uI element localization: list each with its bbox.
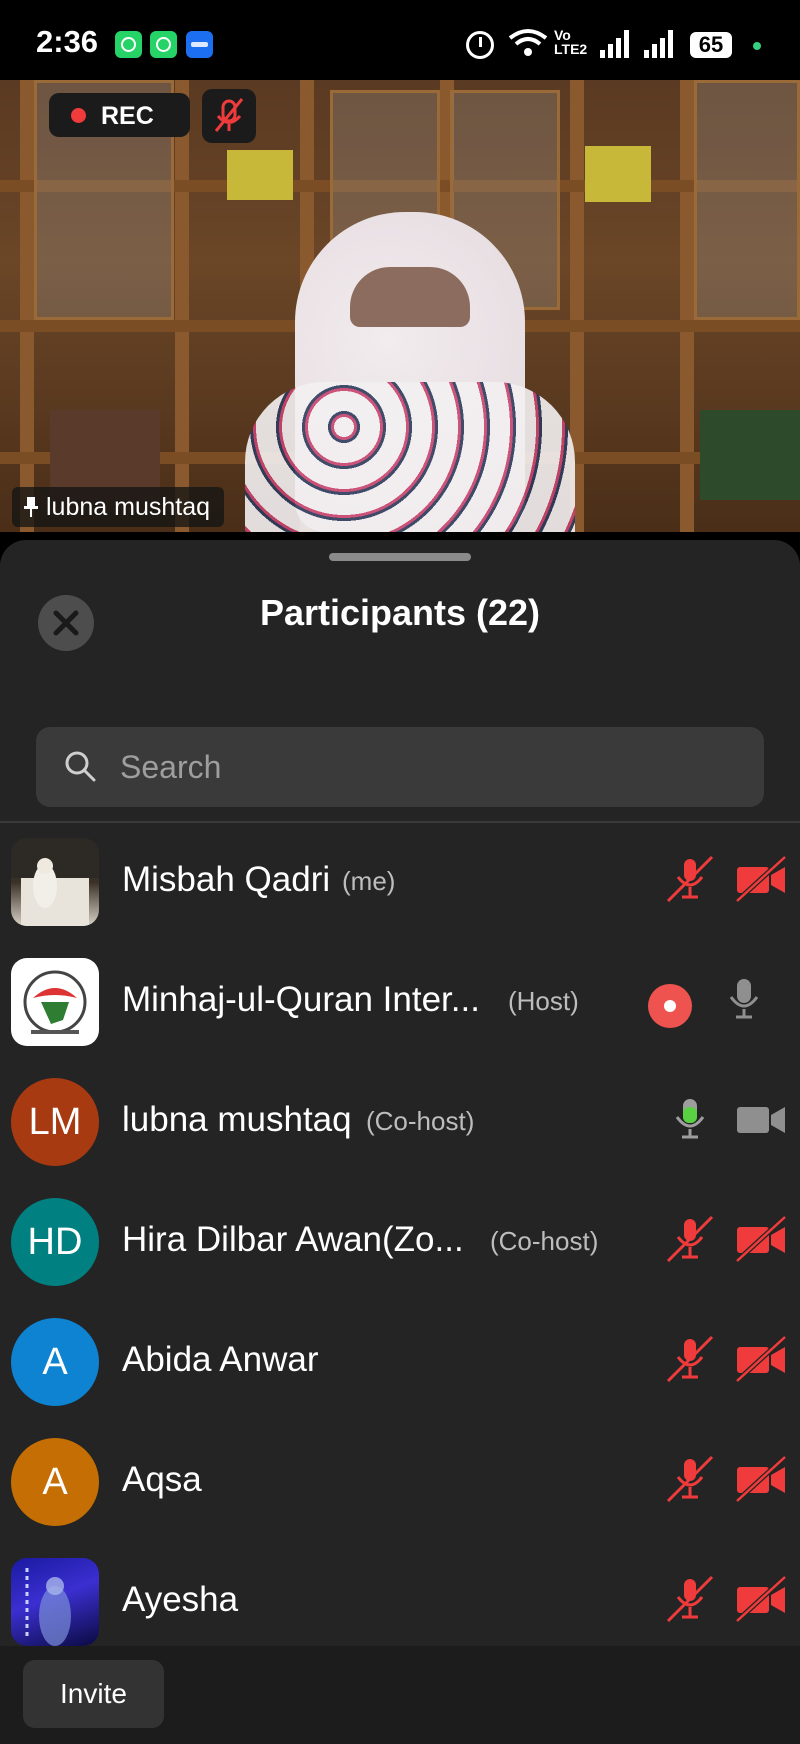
video-off-icon[interactable] [735, 1453, 787, 1505]
participant-name: Abida Anwar [122, 1340, 319, 1379]
participant-name: Misbah Qadri [122, 860, 331, 899]
video-off-icon[interactable] [735, 1213, 787, 1265]
participant-role: (Host) [508, 986, 579, 1016]
speaker-figure [245, 212, 575, 532]
participant-name: lubna mushtaq [122, 1100, 352, 1139]
mic-muted-icon[interactable] [664, 853, 716, 905]
participant-name: Minhaj-ul-Quran Inter... [122, 980, 480, 1019]
avatar [11, 958, 99, 1046]
search-input[interactable] [120, 737, 740, 797]
whatsapp-icon [115, 31, 142, 58]
invite-button[interactable]: Invite [23, 1660, 164, 1728]
bottom-bar: Invite [0, 1646, 800, 1744]
participant-row[interactable]: Ayesha [0, 1543, 800, 1663]
speaker-mic-muted-indicator [202, 89, 256, 143]
search-box[interactable] [36, 727, 764, 807]
video-off-icon[interactable] [735, 1573, 787, 1625]
participant-row[interactable]: Minhaj-ul-Quran Inter... (Host) [0, 943, 800, 1063]
pin-icon [24, 497, 38, 517]
participants-panel: Participants (22) Misbah Qadri (me) [0, 540, 800, 1744]
participant-row[interactable]: HD Hira Dilbar Awan(Zo... (Co-host) [0, 1183, 800, 1303]
participant-name: Ayesha [122, 1580, 239, 1619]
participant-row[interactable]: A Aqsa [0, 1423, 800, 1543]
mic-muted-icon [214, 98, 244, 132]
participant-name: Hira Dilbar Awan(Zo... [122, 1220, 464, 1259]
avatar [11, 838, 99, 926]
active-speaker-video[interactable] [0, 80, 800, 532]
mic-muted-icon[interactable] [664, 1453, 716, 1505]
mic-active-icon[interactable] [664, 1093, 716, 1145]
status-time: 2:36 [36, 24, 99, 59]
video-off-icon[interactable] [735, 1333, 787, 1385]
avatar: A [11, 1318, 99, 1406]
participant-role: (Co-host) [490, 1226, 599, 1256]
whatsapp-icon [150, 31, 177, 58]
zoom-icon [186, 31, 213, 58]
search-icon [65, 751, 96, 782]
status-bar: 2:36 Vo LTE2 65 [0, 0, 800, 80]
participant-row[interactable]: Misbah Qadri (me) [0, 823, 800, 943]
participant-role: (me) [342, 866, 396, 896]
rec-label: REC [101, 102, 154, 130]
video-on-icon[interactable] [735, 1093, 787, 1145]
volte-label: Vo LTE2 [554, 27, 588, 57]
mic-muted-icon[interactable] [664, 1573, 716, 1625]
wifi-icon [508, 29, 548, 56]
signal-icon [600, 30, 634, 58]
panel-title: Participants (22) [259, 592, 541, 633]
avatar: A [11, 1438, 99, 1526]
record-dot-icon [71, 108, 86, 123]
participant-name: Aqsa [122, 1460, 202, 1499]
organization-logo [23, 970, 87, 1034]
participant-row[interactable]: LM lubna mushtaq (Co-host) [0, 1063, 800, 1183]
privacy-indicator-dot [753, 42, 761, 50]
recording-icon [648, 984, 692, 1028]
drag-handle[interactable] [329, 553, 471, 561]
mic-muted-icon[interactable] [664, 1333, 716, 1385]
alarm-icon [466, 31, 494, 59]
video-off-icon[interactable] [735, 853, 787, 905]
participant-role: (Co-host) [366, 1106, 475, 1136]
battery-icon: 65 [690, 32, 732, 58]
mic-icon[interactable] [718, 973, 770, 1025]
avatar: HD [11, 1198, 99, 1286]
signal-icon [644, 30, 678, 58]
speaker-name-tag: lubna mushtaq [12, 487, 225, 527]
recording-indicator[interactable]: REC [49, 93, 190, 137]
avatar: LM [11, 1078, 99, 1166]
speaker-name: lubna mushtaq [46, 492, 211, 521]
participant-row[interactable]: A Abida Anwar [0, 1303, 800, 1423]
mic-muted-icon[interactable] [664, 1213, 716, 1265]
avatar [11, 1558, 99, 1646]
